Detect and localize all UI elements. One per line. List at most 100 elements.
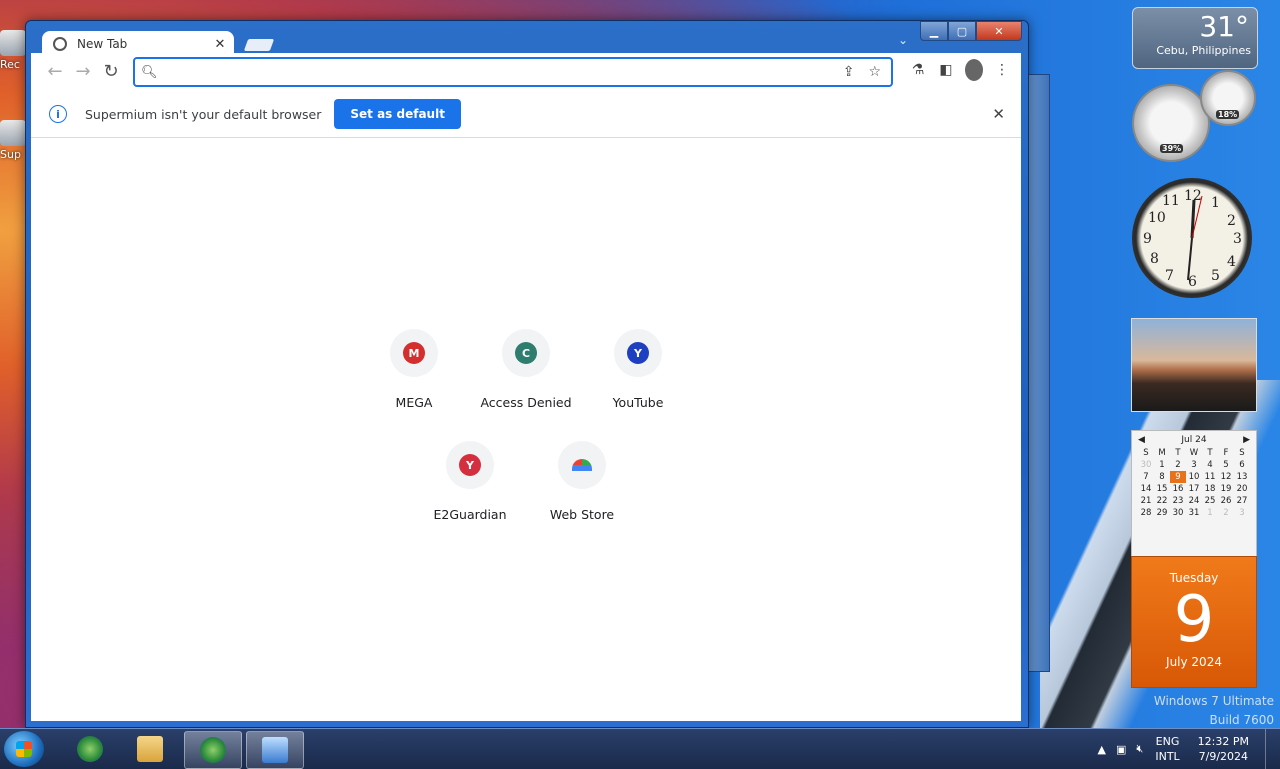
calendar-day[interactable]: 7 [1138,471,1154,483]
system-tray: ▲ ▣ 🔇︎ ENG INTL 12:32 PM 7/9/2024 [1098,729,1280,769]
recycle-bin-icon [0,30,26,56]
shortcut-label: MEGA [395,395,433,410]
weekday-header: W [1189,448,1199,458]
taskbar-item-supermium[interactable] [184,731,242,769]
calendar-day[interactable]: 30 [1138,459,1154,471]
shortcut-icon-circle: C [502,329,550,377]
access-denied-icon: C [515,342,537,364]
calendar-day[interactable]: 2 [1170,459,1186,471]
calendar-day[interactable]: 13 [1234,471,1250,483]
windows-logo-icon [16,741,32,757]
shortcut-icon-circle: Y [446,441,494,489]
calendar-day[interactable]: 3 [1234,507,1250,519]
globe-icon [53,37,67,51]
browser-content: ← → ↻ 🔍︎ ⇪ ☆ ⚗ ◧ ⋮ i Supermium isn't you… [31,53,1021,721]
most-visited-shortcuts: M MEGA C Access Denied Y YouTube Y E2Gua… [31,53,1021,721]
weekday-header: S [1143,448,1149,458]
calendar-day[interactable]: 5 [1218,459,1234,471]
weekday-header: T [1207,448,1213,458]
show-hidden-icons-icon[interactable]: ▲ [1098,743,1106,756]
calendar-next-icon[interactable]: ▶ [1243,435,1250,445]
show-desktop-button[interactable] [1265,729,1280,769]
calendar-prev-icon[interactable]: ◀ [1138,435,1145,445]
calendar-day[interactable]: 17 [1186,483,1202,495]
weather-temperature: 31° [1199,10,1249,43]
calendar-day[interactable]: 29 [1154,507,1170,519]
taskbar-item-browser-pinned[interactable] [62,731,118,767]
calendar-day[interactable]: 2 [1218,507,1234,519]
volume-muted-icon[interactable]: 🔇︎ [1136,742,1143,756]
supermium-icon [0,120,26,146]
calendar-day[interactable]: 4 [1202,459,1218,471]
calendar-day[interactable]: 16 [1170,483,1186,495]
cpu-meter-gadget[interactable]: 39% [1132,84,1210,162]
desktop-icon-label: Sup [0,148,21,161]
calendar-day[interactable]: 6 [1234,459,1250,471]
youtube-icon: Y [627,342,649,364]
shortcut-icon-circle: M [390,329,438,377]
calendar-month: Jul 24 [1181,435,1207,445]
e2guardian-icon: Y [459,454,481,476]
watermark-edition: Windows 7 Ultimate [1153,694,1274,708]
calendar-day[interactable]: 8 [1154,471,1170,483]
calendar-header: ◀ Jul 24 ▶ [1132,435,1256,445]
tab-close-button[interactable]: ✕ [212,37,228,52]
windows-watermark: Windows 7 Ultimate Build 7600 [1154,692,1274,730]
taskbar-item-control-panel[interactable] [246,731,304,769]
shortcut-youtube[interactable]: Y YouTube [582,329,694,410]
tab-title: New Tab [77,37,128,51]
calendar-day-view[interactable]: Tuesday 9 July 2024 [1131,556,1257,688]
weekday-header: M [1158,448,1166,458]
network-icon[interactable]: ▣ [1116,743,1126,756]
calendar-day-today[interactable]: 9 [1170,471,1186,483]
calendar-gadget[interactable]: ◀ Jul 24 ▶ S M T W T F S 30 1 2 3 4 5 6 … [1131,430,1257,558]
calendar-day[interactable]: 1 [1154,459,1170,471]
browser-app-icon [77,736,103,762]
calendar-grid: S M T W T F S 30 1 2 3 4 5 6 7 8 9 10 11… [1138,447,1250,519]
calendar-day[interactable]: 26 [1218,495,1234,507]
calendar-day[interactable]: 14 [1138,483,1154,495]
memory-usage-value: 18% [1216,110,1240,119]
weekday-header: S [1239,448,1245,458]
calendar-day[interactable]: 31 [1186,507,1202,519]
tab-search-chevron-icon[interactable]: ⌄ [898,33,908,47]
shortcut-access-denied[interactable]: C Access Denied [470,329,582,410]
calendar-day[interactable]: 22 [1154,495,1170,507]
calendar-day[interactable]: 30 [1170,507,1186,519]
memory-meter-gadget[interactable]: 18% [1200,70,1256,126]
system-clock[interactable]: 12:32 PM 7/9/2024 [1198,734,1249,764]
shortcut-mega[interactable]: M MEGA [358,329,470,410]
calendar-day[interactable]: 1 [1202,507,1218,519]
calendar-day[interactable]: 15 [1154,483,1170,495]
start-button[interactable] [4,731,44,767]
calendar-day[interactable]: 24 [1186,495,1202,507]
calendar-day[interactable]: 19 [1218,483,1234,495]
shortcut-label: Web Store [549,507,615,522]
calendar-day[interactable]: 25 [1202,495,1218,507]
calendar-day[interactable]: 28 [1138,507,1154,519]
shortcut-e2guardian[interactable]: Y E2Guardian [414,441,526,522]
calendar-day[interactable]: 23 [1170,495,1186,507]
calendar-month-year: July 2024 [1166,655,1222,669]
web-store-icon [572,459,592,471]
calendar-day[interactable]: 10 [1186,471,1202,483]
language-code: ENG [1155,735,1180,748]
calendar-day[interactable]: 3 [1186,459,1202,471]
clock-gadget[interactable]: 12 1 2 3 4 5 6 7 8 9 10 11 [1132,178,1252,298]
calendar-day[interactable]: 21 [1138,495,1154,507]
language-indicator[interactable]: ENG INTL [1155,734,1179,764]
calendar-day[interactable]: 27 [1234,495,1250,507]
clock-hands [1187,195,1203,281]
taskbar-item-explorer[interactable] [122,731,178,767]
shortcut-web-store[interactable]: Web Store [526,441,638,522]
calendar-day[interactable]: 11 [1202,471,1218,483]
weather-gadget[interactable]: 31° Cebu, Philippines [1132,7,1258,69]
weather-location: Cebu, Philippines [1156,44,1251,57]
slideshow-gadget[interactable] [1131,318,1257,412]
calendar-day[interactable]: 20 [1234,483,1250,495]
shortcut-label: YouTube [612,395,664,410]
shortcut-icon-circle [558,441,606,489]
calendar-day[interactable]: 12 [1218,471,1234,483]
calendar-day[interactable]: 18 [1202,483,1218,495]
new-tab-button[interactable] [243,39,275,51]
